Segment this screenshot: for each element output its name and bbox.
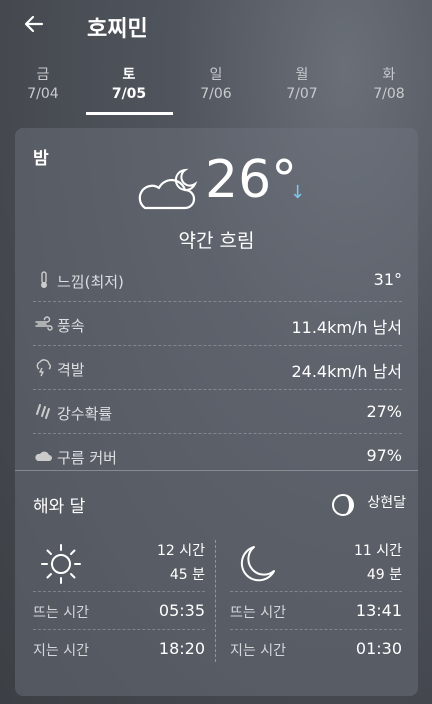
tab-date: 7/06 <box>200 86 232 102</box>
detail-row-wind: 풍속 11.4km/h 남서 <box>33 302 402 346</box>
detail-list: 느낌(최저) 31° 풍속 11.4km/h 남서 격발 24.4km/h 남서… <box>33 258 402 478</box>
wind-icon <box>35 316 53 331</box>
moon-duration-hours: 11 시간 <box>353 543 402 559</box>
moonrise-time: 13:41 <box>355 601 402 620</box>
tab-day-3[interactable]: 월 7/07 <box>259 66 345 104</box>
detail-row-precip: 강수확률 27% <box>33 390 402 434</box>
sun-duration-minutes: 45 분 <box>169 567 205 583</box>
column-divider <box>215 540 216 662</box>
detail-value: 24.4km/h 남서 <box>291 362 402 381</box>
sunrise-time: 05:35 <box>158 601 205 620</box>
sun-moon-title: 해와 달 <box>33 497 86 517</box>
section-divider <box>15 470 418 471</box>
sunrise-row: 뜨는 시간 05:35 <box>33 591 205 629</box>
detail-value: 27% <box>366 402 402 421</box>
thermometer-icon <box>41 271 47 288</box>
moon-icon <box>240 546 275 582</box>
detail-label: 격발 <box>57 361 85 379</box>
sun-icon <box>41 544 81 584</box>
moonset-time: 01:30 <box>355 639 402 658</box>
detail-label: 풍속 <box>57 317 85 335</box>
tab-day-4[interactable]: 화 7/08 <box>346 66 432 104</box>
detail-row-cloud: 구름 커버 97% <box>33 434 402 478</box>
tab-day-2[interactable]: 일 7/06 <box>173 66 259 104</box>
temperature: 26° <box>205 150 298 210</box>
sun-column: 12 시간 45 분 뜨는 시간 05:35 지는 시간 18:20 <box>33 540 205 670</box>
detail-row-gust: 격발 24.4km/h 남서 <box>33 346 402 390</box>
rain-icon <box>36 404 50 419</box>
moonrise-label: 뜨는 시간 <box>230 605 286 621</box>
tab-day-name: 화 <box>382 67 396 83</box>
tab-date: 7/08 <box>373 86 405 102</box>
moon-phase-icon <box>332 494 354 516</box>
tab-day-name: 금 <box>36 67 50 83</box>
day-tabs: 금 7/04 토 7/05 일 7/06 월 7/07 화 7/08 <box>0 66 432 116</box>
tab-day-0[interactable]: 금 7/04 <box>0 66 86 104</box>
tab-day-1[interactable]: 토 7/05 <box>86 66 172 104</box>
detail-row-feels-like: 느낌(최저) 31° <box>33 258 402 302</box>
arrow-left-icon[interactable] <box>22 12 46 36</box>
condition-text: 약간 흐림 <box>178 230 255 252</box>
moonset-row: 지는 시간 01:30 <box>230 629 402 667</box>
active-tab-indicator <box>86 112 173 115</box>
detail-value: 11.4km/h 남서 <box>291 318 402 337</box>
tab-day-name: 토 <box>122 67 136 83</box>
sunset-time: 18:20 <box>158 639 205 658</box>
period-label: 밤 <box>33 149 49 169</box>
moon-phase-label: 상현달 <box>367 495 406 511</box>
sunset-label: 지는 시간 <box>33 643 89 659</box>
tab-day-name: 월 <box>295 67 309 83</box>
tab-date: 7/07 <box>286 86 318 102</box>
night-forecast-card: 밤 26° ↓ 약간 흐림 느낌(최저) 31° 풍속 11.4km/h 남서 <box>15 128 418 696</box>
detail-label: 강수확률 <box>57 405 113 423</box>
detail-value: 97% <box>366 446 402 465</box>
tab-day-name: 일 <box>209 67 223 83</box>
gust-icon <box>36 359 51 377</box>
cloud-icon <box>35 451 52 461</box>
page-title: 호찌민 <box>87 17 148 42</box>
detail-value: 31° <box>373 270 402 289</box>
temperature-trend: ↓ <box>290 182 306 203</box>
moon-duration-minutes: 49 분 <box>366 567 402 583</box>
moonset-label: 지는 시간 <box>230 643 286 659</box>
sunrise-label: 뜨는 시간 <box>33 605 89 621</box>
app-header: 호찌민 <box>0 0 432 52</box>
moonrise-row: 뜨는 시간 13:41 <box>230 591 402 629</box>
sunset-row: 지는 시간 18:20 <box>33 629 205 667</box>
cloudy-night-icon <box>138 168 198 210</box>
tab-date: 7/05 <box>111 86 147 102</box>
sun-duration-hours: 12 시간 <box>156 543 205 559</box>
detail-label: 느낌(최저) <box>57 273 124 291</box>
moon-column: 11 시간 49 분 뜨는 시간 13:41 지는 시간 01:30 <box>230 540 402 670</box>
detail-label: 구름 커버 <box>57 449 117 467</box>
tab-date: 7/04 <box>27 86 59 102</box>
